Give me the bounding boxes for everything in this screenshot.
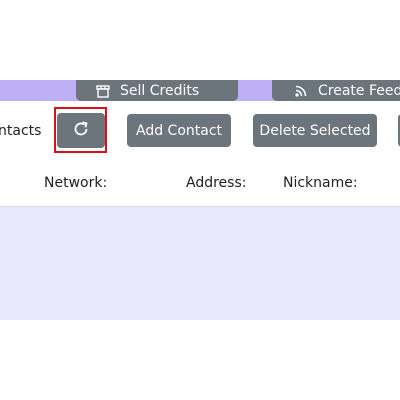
- refresh-button[interactable]: [57, 113, 105, 148]
- create-feed-label: Create Feed: [318, 82, 400, 99]
- contacts-table-body: [0, 207, 400, 320]
- sell-credits-label: Sell Credits: [120, 82, 200, 99]
- delete-selected-button[interactable]: Delete Selected: [253, 114, 377, 147]
- top-nav-band: Sell Credits Create Feed: [0, 80, 400, 101]
- add-contact-button[interactable]: Add Contact: [127, 114, 231, 147]
- rss-icon: [294, 84, 308, 98]
- create-feed-button[interactable]: Create Feed: [272, 80, 400, 101]
- refresh-icon: [72, 120, 90, 142]
- column-header-nickname: Nickname:: [283, 175, 358, 191]
- contacts-section-label: ntacts: [0, 123, 42, 139]
- column-header-address: Address:: [186, 175, 247, 191]
- column-header-network: Network:: [44, 175, 108, 191]
- store-icon: [96, 84, 110, 98]
- sell-credits-button[interactable]: Sell Credits: [76, 80, 238, 101]
